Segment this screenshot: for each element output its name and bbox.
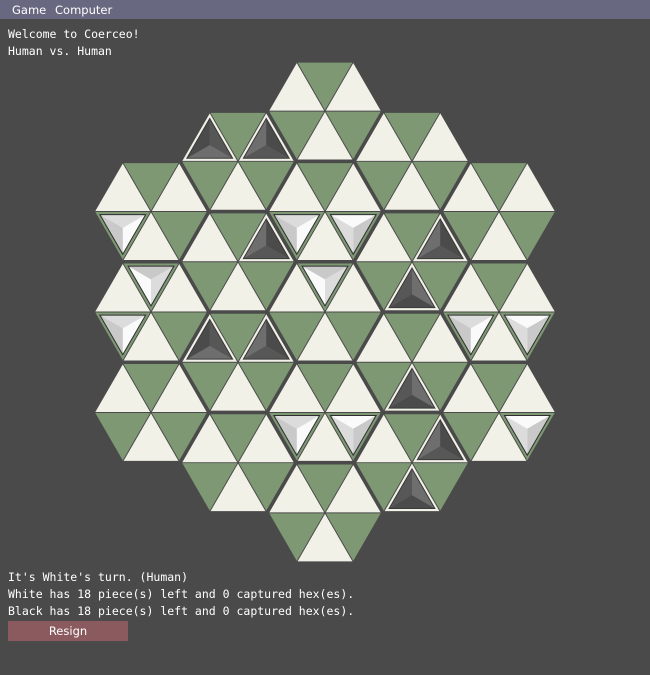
resign-button[interactable]: Resign: [8, 621, 128, 641]
game-board[interactable]: [0, 0, 650, 580]
white-count-status: White has 18 piece(s) left and 0 capture…: [8, 587, 355, 601]
black-count-status: Black has 18 piece(s) left and 0 capture…: [8, 604, 355, 618]
turn-status: It's White's turn. (Human): [8, 570, 189, 584]
